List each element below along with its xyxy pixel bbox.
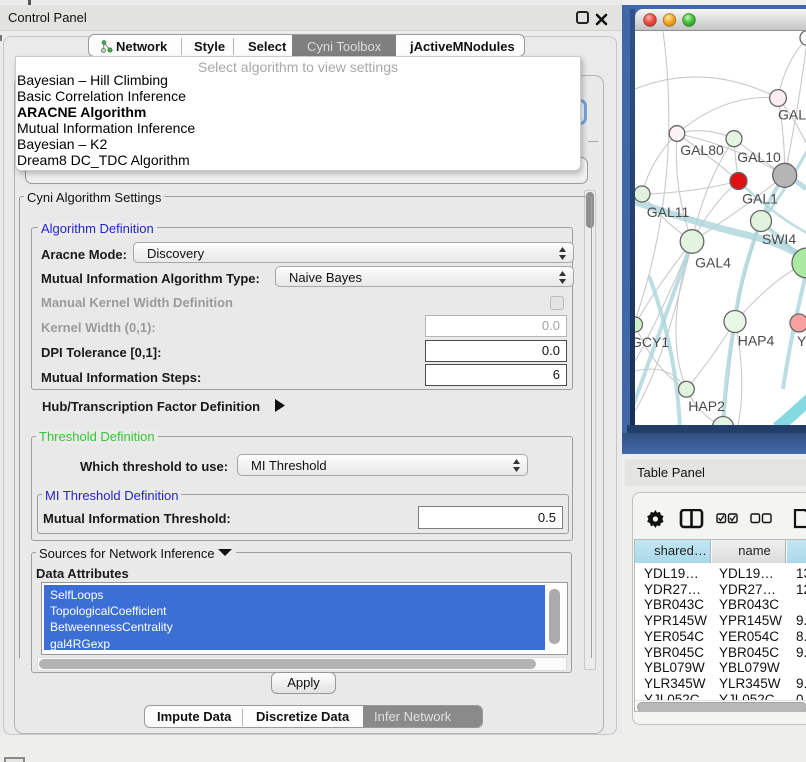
svg-text:HAP2: HAP2 bbox=[688, 398, 725, 414]
svg-text:GAL11: GAL11 bbox=[647, 204, 690, 220]
svg-text:GAL: GAL bbox=[778, 107, 806, 123]
svg-text:HAP4: HAP4 bbox=[738, 333, 775, 349]
svg-text:GAL1: GAL1 bbox=[742, 191, 778, 207]
svg-text:GCY1: GCY1 bbox=[635, 334, 669, 350]
svg-text:GAL80: GAL80 bbox=[680, 142, 724, 158]
svg-text:Y: Y bbox=[797, 333, 806, 349]
svg-text:GAL4: GAL4 bbox=[695, 255, 731, 271]
svg-text:GAL10: GAL10 bbox=[737, 149, 781, 165]
svg-text:SWI4: SWI4 bbox=[762, 231, 796, 247]
